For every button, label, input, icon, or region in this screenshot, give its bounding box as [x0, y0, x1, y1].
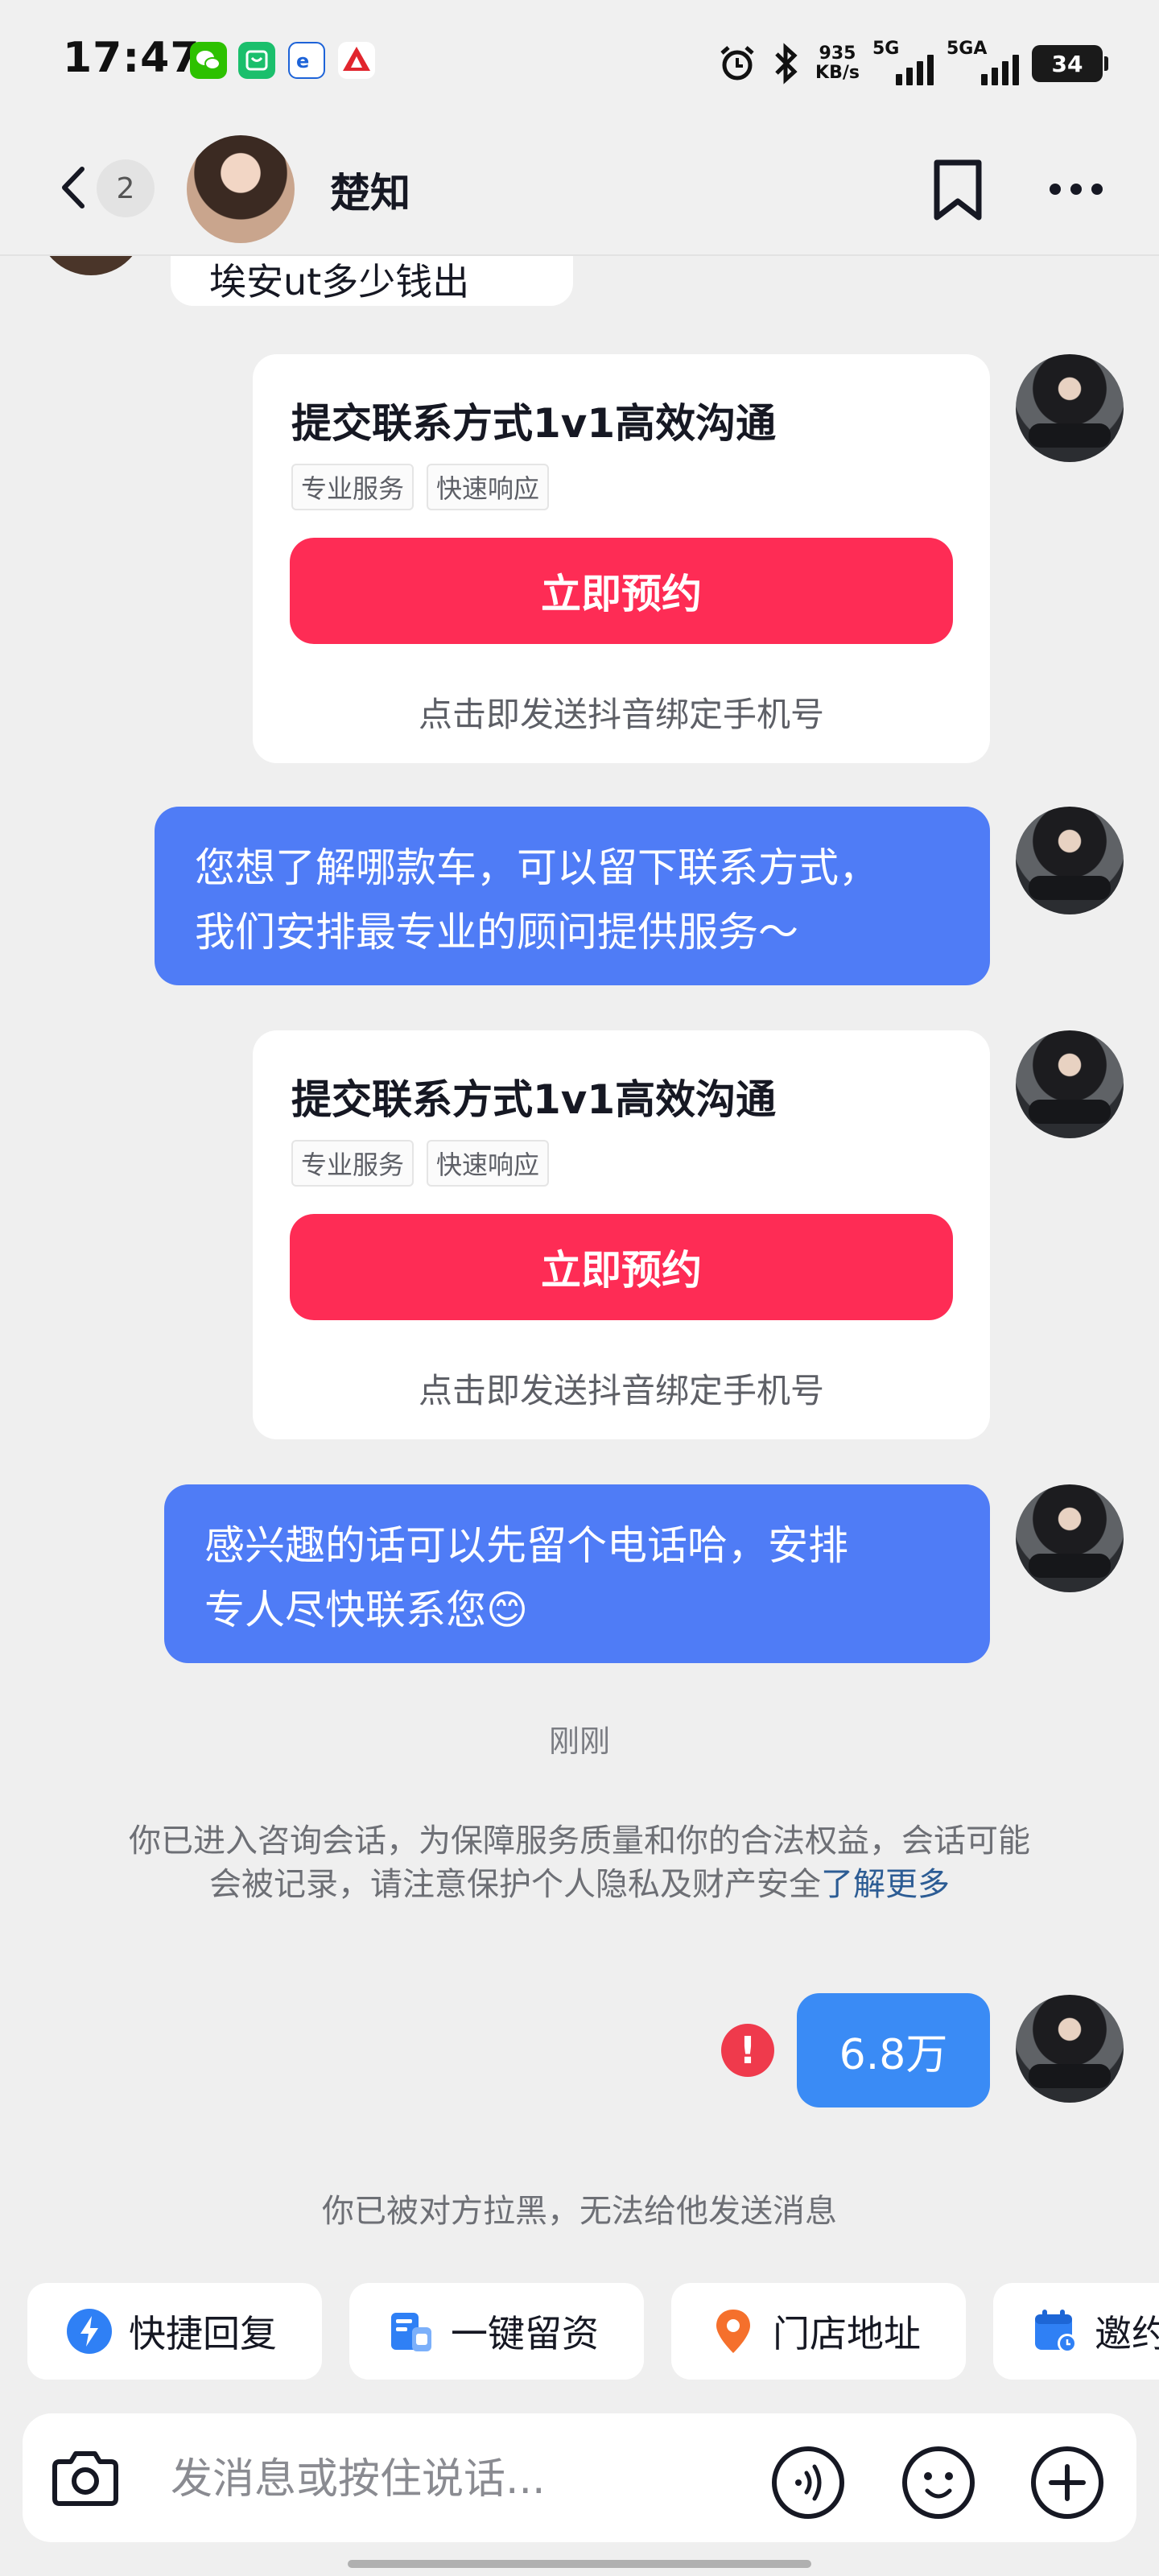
status-icons: 935 KB/s 5G 5GA 34 — [717, 35, 1108, 92]
message-input-bar — [23, 2413, 1136, 2542]
message-timestamp: 刚刚 — [548, 1724, 610, 1759]
quick-action-label: 一键留资 — [451, 2312, 599, 2355]
blocked-notice: 你已被对方拉黑，无法给他发送消息 — [322, 2193, 837, 2230]
sent-message-bubble[interactable]: 感兴趣的话可以先留个电话哈，安排 专人尽快联系您😊 — [164, 1484, 990, 1663]
invite-button[interactable]: 邀约 — [993, 2283, 1159, 2380]
card-title: 提交联系方式1v1高效沟通 — [291, 1076, 777, 1123]
send-failed-icon[interactable]: ! — [721, 2024, 774, 2077]
shop-app-icon — [238, 42, 275, 79]
message-input[interactable] — [171, 2449, 686, 2510]
svg-text:e: e — [296, 50, 309, 72]
signal-5g: 5G — [872, 39, 934, 89]
store-address-button[interactable]: 门店地址 — [671, 2283, 966, 2380]
lead-capture-button[interactable]: 一键留资 — [349, 2283, 644, 2380]
self-avatar[interactable] — [1016, 807, 1124, 914]
camera-icon — [52, 2451, 118, 2506]
battery-icon: 34 — [1032, 45, 1108, 82]
status-bar: 17:47 e 935 KB/s 5G 5GA 34 — [0, 0, 1159, 121]
dot-icon — [1050, 184, 1061, 195]
emoji-icon — [902, 2446, 975, 2519]
alarm-icon — [720, 46, 754, 80]
contact-avatar[interactable] — [187, 135, 295, 243]
self-avatar[interactable] — [1016, 354, 1124, 462]
peer-message-text: 埃安ut多少钱出 — [209, 260, 470, 303]
more-options-button[interactable] — [1043, 169, 1109, 209]
contact-form-card: 提交联系方式1v1高效沟通 专业服务 快速响应 立即预约 点击即发送抖音绑定手机… — [253, 1030, 990, 1439]
message-line: 我们安排最专业的顾问提供服务～ — [195, 909, 798, 956]
card-note: 点击即发送抖音绑定手机号 — [418, 1371, 824, 1410]
message-line: 您想了解哪款车，可以留下联系方式， — [195, 844, 879, 891]
voice-icon — [772, 2446, 844, 2519]
bluetooth-icon — [775, 43, 798, 85]
news-app-icon: e — [288, 42, 325, 79]
network-speed: 935 KB/s — [815, 44, 860, 83]
message-line: 感兴趣的话可以先留个电话哈，安排 — [204, 1522, 848, 1569]
self-avatar[interactable] — [1016, 1484, 1124, 1592]
chevron-left-icon — [62, 167, 85, 208]
quick-action-bar: 快捷回复 一键留资 门店地址 邀约 — [0, 2283, 1159, 2383]
tag: 快速响应 — [427, 1140, 550, 1187]
chat-messages[interactable]: 埃安ut多少钱出 提交联系方式1v1高效沟通 专业服务 快速响应 立即预约 点击… — [0, 256, 1159, 2252]
camera-button[interactable] — [47, 2441, 124, 2515]
signal-bars-icon — [896, 55, 934, 85]
sent-price-bubble[interactable]: 6.8万 — [797, 1993, 990, 2107]
bank-app-icon — [338, 42, 375, 79]
book-now-button[interactable]: 立即预约 — [290, 538, 953, 644]
bookmark-icon — [934, 159, 982, 221]
wechat-icon — [190, 42, 227, 79]
signal-5ga: 5GA — [947, 39, 1019, 89]
dot-icon — [1091, 184, 1103, 195]
unread-count-badge: 2 — [97, 159, 155, 217]
status-time: 17:47 — [63, 34, 200, 82]
book-now-button[interactable]: 立即预约 — [290, 1214, 953, 1320]
message-line: 专人尽快联系您😊 — [204, 1587, 529, 1633]
peer-avatar[interactable] — [37, 256, 145, 275]
self-avatar[interactable] — [1016, 1995, 1124, 2103]
quick-reply-button[interactable]: 快捷回复 — [27, 2283, 322, 2380]
self-avatar[interactable] — [1016, 1030, 1124, 1138]
speed-unit: KB/s — [815, 63, 860, 83]
quick-action-label: 快捷回复 — [129, 2312, 277, 2355]
card-tags: 专业服务 快速响应 — [291, 464, 550, 510]
plus-icon — [1031, 2446, 1103, 2519]
calendar-icon — [1035, 2310, 1077, 2353]
voice-button[interactable] — [769, 2444, 847, 2521]
location-pin-icon — [716, 2310, 750, 2353]
card-note: 点击即发送抖音绑定手机号 — [418, 695, 824, 734]
contact-name[interactable]: 楚知 — [330, 161, 410, 219]
back-button[interactable] — [50, 159, 98, 216]
home-indicator[interactable] — [348, 2560, 811, 2568]
chat-header: 2 楚知 — [0, 121, 1159, 256]
dot-icon — [1070, 184, 1082, 195]
lightning-icon — [67, 2309, 112, 2354]
quick-action-label: 邀约 — [1095, 2312, 1159, 2355]
emoji-button[interactable] — [900, 2444, 977, 2521]
card-title: 提交联系方式1v1高效沟通 — [291, 400, 777, 447]
sent-message-bubble[interactable]: 您想了解哪款车，可以留下联系方式， 我们安排最专业的顾问提供服务～ — [155, 807, 990, 985]
form-icon — [391, 2313, 431, 2351]
add-more-button[interactable] — [1029, 2444, 1106, 2521]
speed-value: 935 — [819, 43, 856, 64]
card-tags: 专业服务 快速响应 — [291, 1140, 550, 1187]
peer-message-bubble[interactable]: 埃安ut多少钱出 — [171, 256, 573, 306]
consult-notice: 你已进入咨询会话，为保障服务质量和你的合法权益，会话可能会被记录，请注意保护个人… — [129, 1819, 1030, 1906]
signal-bars-icon — [981, 55, 1019, 85]
tag: 专业服务 — [291, 464, 415, 510]
tag: 快速响应 — [427, 464, 550, 510]
contact-form-card: 提交联系方式1v1高效沟通 专业服务 快速响应 立即预约 点击即发送抖音绑定手机… — [253, 354, 990, 763]
tag: 专业服务 — [291, 1140, 415, 1187]
quick-action-label: 门店地址 — [773, 2312, 921, 2355]
bookmark-button[interactable] — [927, 156, 988, 224]
learn-more-link[interactable]: 了解更多 — [821, 1866, 950, 1903]
